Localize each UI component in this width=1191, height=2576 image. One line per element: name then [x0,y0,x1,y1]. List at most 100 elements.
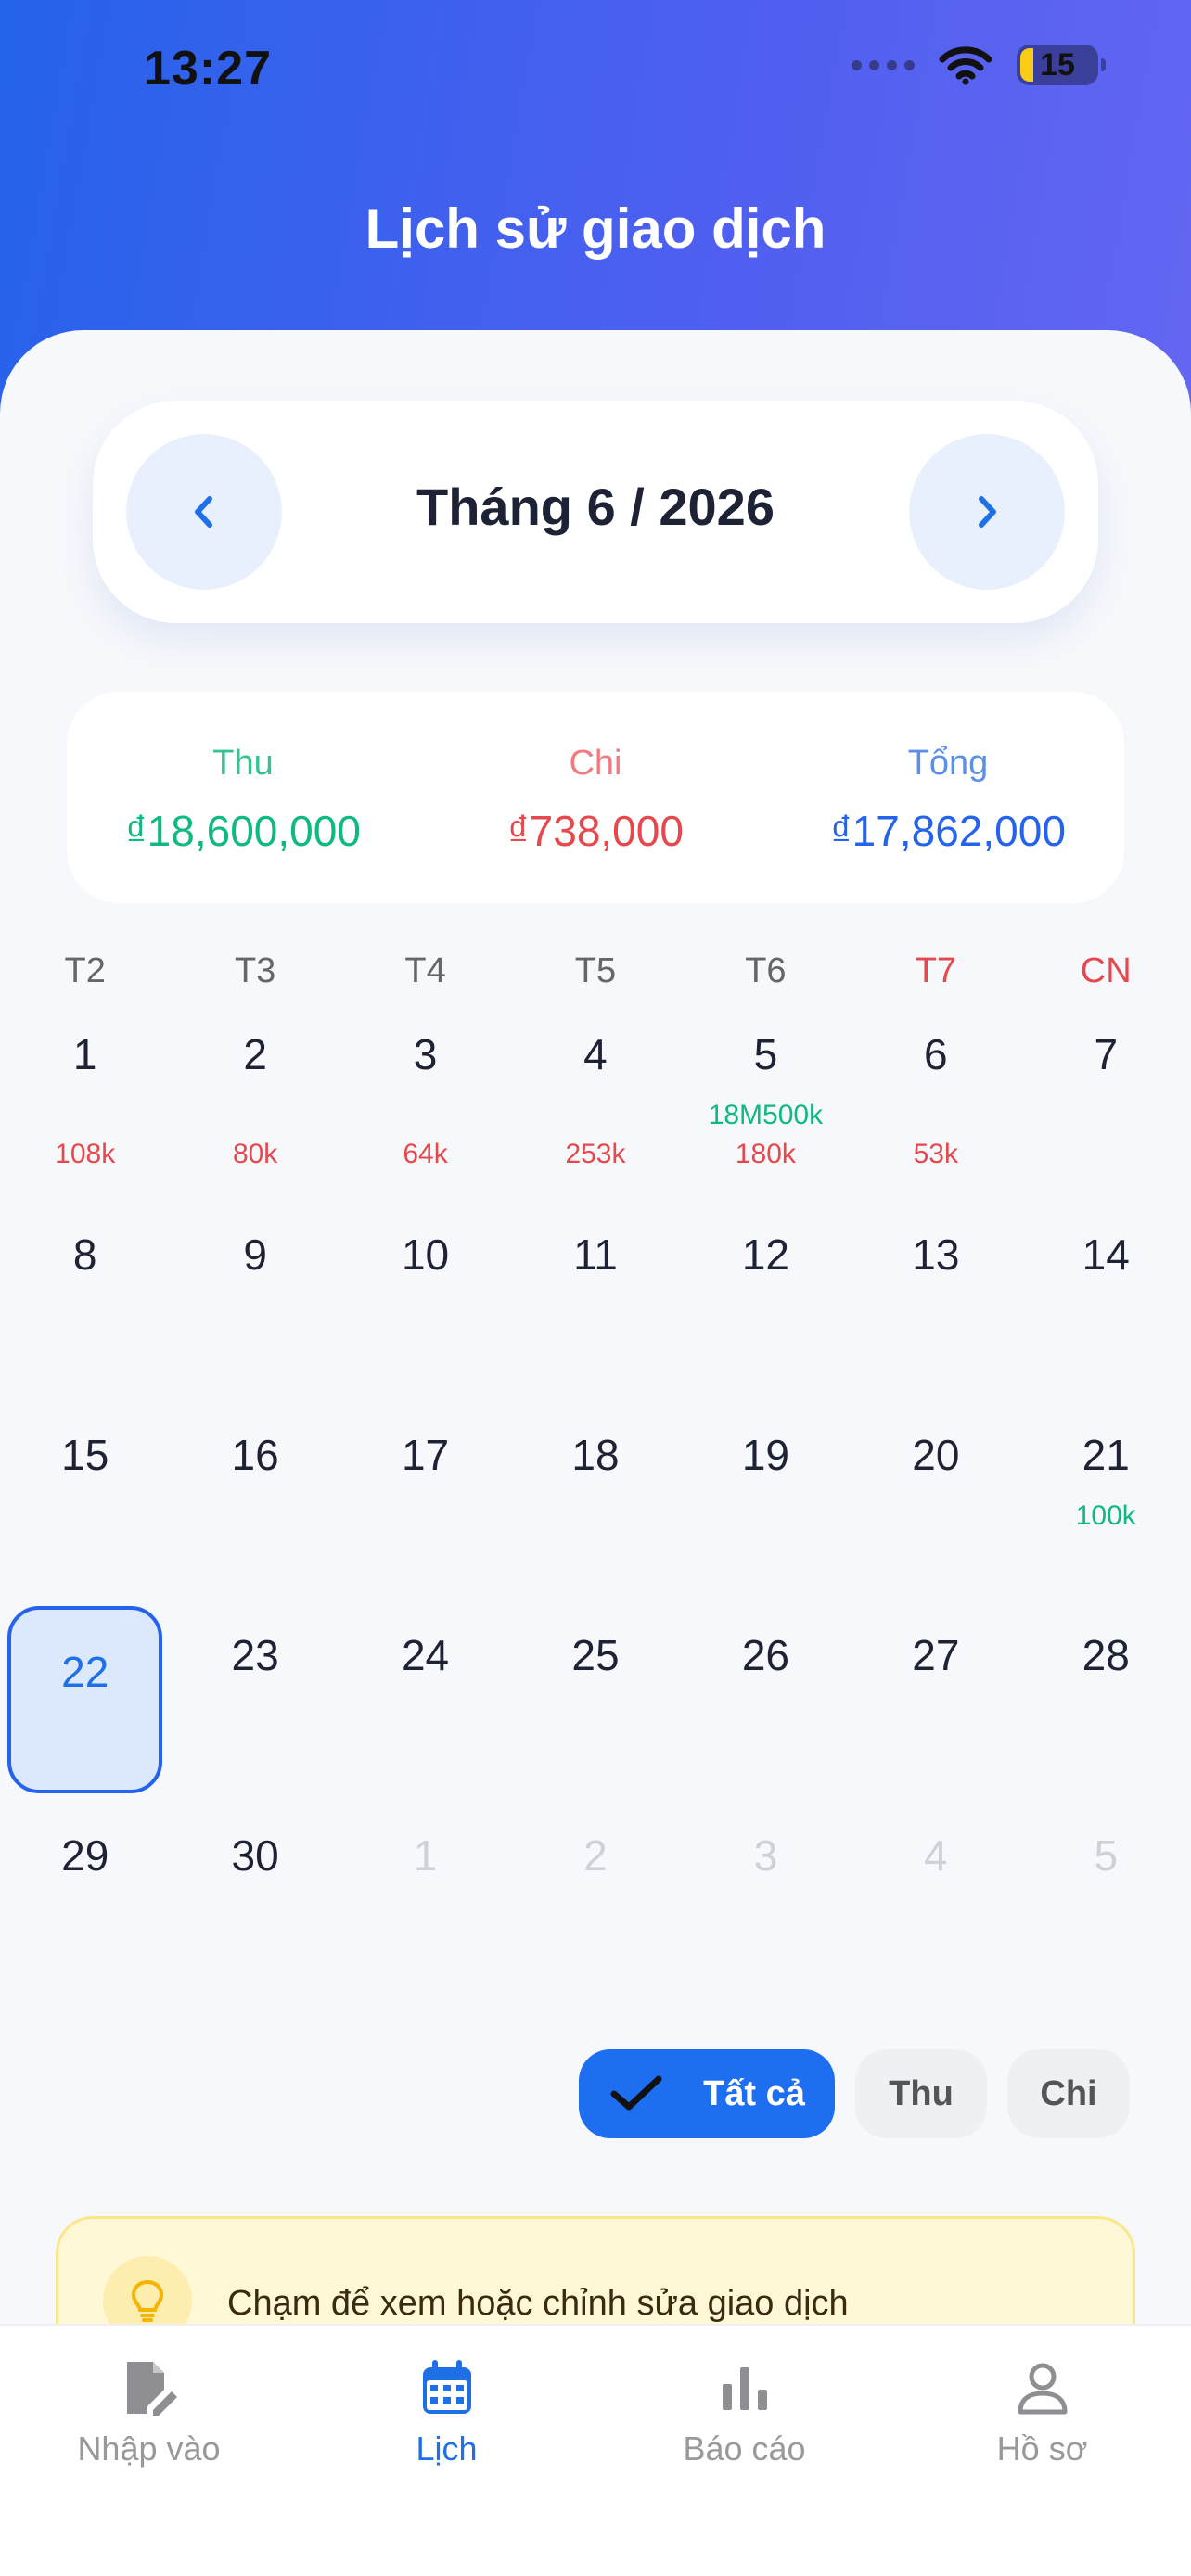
calendar-day[interactable]: 24 [340,1612,510,1812]
calendar-week-row: 8 9 10 11 12 13 14 [0,1211,1191,1411]
day-number: 4 [583,1030,608,1078]
day-number: 15 [61,1431,109,1479]
day-number: 25 [571,1631,620,1679]
filter-income-button[interactable]: Thu [855,2049,987,2138]
filter-group: Tất cả Thu Chi [579,2049,1130,2138]
day-number: 8 [72,1231,97,1279]
calendar-day[interactable]: 20 [851,1411,1020,1612]
expense-summary: Chi ₫738,000 [419,692,772,903]
calendar-day[interactable]: 25 [510,1612,680,1812]
status-time: 13:27 [144,42,272,96]
day-number: 21 [1082,1431,1130,1479]
calendar-day[interactable]: 26 [681,1612,851,1812]
day-number: 13 [912,1231,960,1279]
day-number: 2 [583,1831,608,1880]
calendar-day[interactable]: 16 [170,1411,339,1612]
weekday-header: T2 T3 T4 T5 T6 T7 CN [0,951,1191,991]
calendar-week-row: 15 16 17 18 19 20 21 100k [0,1411,1191,1612]
day-number: 17 [401,1431,450,1479]
day-expense-amount: 108k [55,1139,116,1169]
weekday-label: T2 [64,951,106,990]
calendar-day[interactable]: 14 [1021,1211,1191,1411]
calendar-day[interactable]: 27 [851,1612,1020,1812]
calendar-day[interactable]: 8 [0,1211,170,1411]
day-expense-amount: 80k [232,1139,278,1169]
day-income-amount: 100k [1075,1500,1136,1531]
income-label: Thu [212,744,274,783]
calendar-day[interactable]: 18 [510,1411,680,1612]
day-number: 1 [413,1831,438,1880]
chevron-right-icon [979,496,996,528]
tab-label: Hồ sơ [996,2429,1088,2468]
day-number: 14 [1082,1231,1130,1279]
bar-chart-icon [722,2367,767,2410]
day-number: 1 [72,1030,97,1078]
day-number: 19 [741,1431,789,1479]
calendar-icon [422,2360,471,2414]
weekday-label: T7 [915,951,956,990]
calendar-day[interactable]: 30 [170,1812,339,2012]
tab-input[interactable]: Nhập vào [0,2326,298,2576]
weekday-label: T6 [745,951,787,990]
day-number: 10 [401,1231,450,1279]
next-month-button[interactable] [909,434,1065,590]
calendar-day[interactable]: 1 108k [0,1011,170,1211]
weekday-label: CN [1080,951,1132,990]
tab-calendar[interactable]: Lịch [298,2326,596,2576]
calendar-day[interactable]: 7 [1021,1011,1191,1211]
day-number: 3 [413,1030,438,1078]
income-summary: Thu ₫18,600,000 [67,692,419,903]
summary-card: Thu ₫18,600,000 Chi ₫738,000 Tổng ₫17,86… [67,692,1124,903]
calendar-day[interactable]: 9 [170,1211,339,1411]
filter-all-button[interactable]: Tất cả [579,2049,835,2138]
cellular-signal-icon [852,59,915,70]
calendar-day[interactable]: 4 253k [510,1011,680,1211]
tab-label: Báo cáo [683,2429,806,2468]
day-number: 16 [231,1431,279,1479]
day-number: 5 [753,1030,778,1078]
calendar-day[interactable]: 12 [681,1211,851,1411]
day-number: 2 [243,1030,267,1078]
tab-label: Lịch [416,2429,478,2468]
total-value: ₫17,862,000 [830,807,1066,855]
check-icon [610,2075,662,2111]
day-number: 7 [1094,1030,1119,1078]
tab-report[interactable]: Báo cáo [596,2326,893,2576]
calendar-day[interactable]: 23 [170,1612,339,1812]
day-expense-amount: 64k [403,1139,448,1169]
calendar-day[interactable]: 3 64k [340,1011,510,1211]
calendar-day[interactable]: 10 [340,1211,510,1411]
calendar-day-today[interactable]: 22 [0,1606,170,1812]
filter-income-label: Thu [889,2073,954,2113]
expense-value: ₫738,000 [507,807,684,855]
status-icons: 15 [852,45,1106,85]
calendar-day[interactable]: 15 [0,1411,170,1612]
income-value: ₫18,600,000 [125,807,361,855]
calendar-day[interactable]: 2 80k [170,1011,339,1211]
calendar-day[interactable]: 6 53k [851,1011,1020,1211]
calendar-day[interactable]: 19 [681,1411,851,1612]
calendar-grid: 1 108k 2 80k 3 64k 4 253k 5 18M500k 180k 6 53k 7 8 9 10 1… [0,1011,1191,2012]
day-number: 24 [401,1631,450,1679]
user-profile-icon [1018,2363,1067,2415]
calendar-day[interactable]: 17 [340,1411,510,1612]
day-number: 4 [924,1831,948,1880]
calendar-day[interactable]: 13 [851,1211,1020,1411]
month-selector: Tháng 6 / 2026 [93,401,1098,623]
calendar-day[interactable]: 5 18M500k 180k [681,1011,851,1211]
calendar-day[interactable]: 29 [0,1812,170,2012]
calendar-day[interactable]: 11 [510,1211,680,1411]
day-expense-amount: 253k [565,1139,626,1169]
day-number: 3 [753,1831,778,1880]
calendar-day: 5 [1021,1812,1191,2012]
filter-expense-button[interactable]: Chi [1007,2049,1130,2138]
filter-all-label: Tất cả [703,2073,805,2113]
calendar-day[interactable]: 21 100k [1021,1411,1191,1612]
day-number: 26 [741,1631,789,1679]
expense-label: Chi [569,744,622,783]
tab-profile[interactable]: Hồ sơ [893,2326,1191,2576]
day-number: 29 [61,1831,109,1880]
day-expense-amount: 53k [913,1139,958,1169]
calendar-day[interactable]: 28 [1021,1612,1191,1812]
day-number: 11 [573,1231,618,1279]
